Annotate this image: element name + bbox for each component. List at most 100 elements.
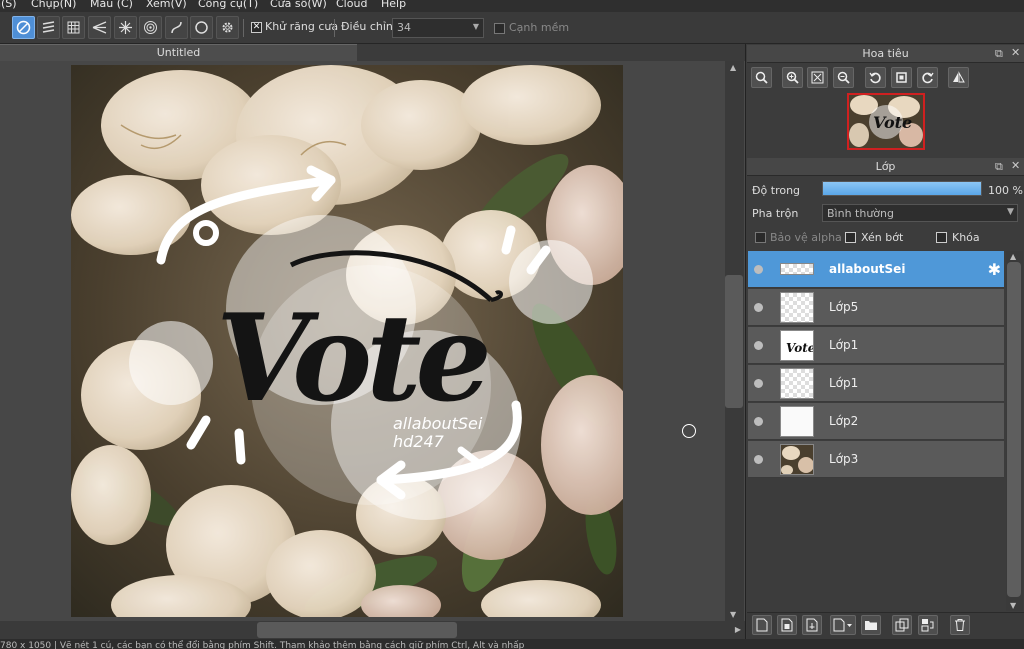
antialias-checkbox[interactable]: ✕ xyxy=(251,22,262,33)
blend-mode-select[interactable]: Bình thường xyxy=(822,204,1018,222)
curve-ruler-icon[interactable] xyxy=(165,16,188,39)
chevron-down-icon: ▼ xyxy=(472,22,479,31)
close-icon[interactable]: ✕ xyxy=(1011,46,1020,59)
merge-down-icon[interactable] xyxy=(918,615,938,635)
rotate-left-icon[interactable] xyxy=(865,67,886,88)
layer-row[interactable]: Vote Lớp1 xyxy=(748,327,1004,364)
scroll-right-icon[interactable]: ▶ xyxy=(735,625,741,634)
opacity-label: Độ trong xyxy=(752,184,801,197)
radial-ruler-icon[interactable] xyxy=(114,16,137,39)
rotate-reset-icon[interactable] xyxy=(891,67,912,88)
delete-layer-icon[interactable] xyxy=(950,615,970,635)
layer-name: Lớp1 xyxy=(829,338,859,352)
status-bar: 780 x 1050 | Vẽ nét 1 cú, các bạn có thể… xyxy=(0,639,1024,649)
visibility-icon[interactable] xyxy=(754,265,763,274)
ellipse-ruler-icon[interactable] xyxy=(190,16,213,39)
no-symmetry-icon[interactable] xyxy=(12,16,35,39)
new-halftone-layer-icon[interactable] xyxy=(802,615,822,635)
status-text: 780 x 1050 | Vẽ nét 1 cú, các bạn có thể… xyxy=(0,641,525,649)
scroll-down-icon[interactable]: ▼ xyxy=(730,610,736,619)
parallel-ruler-icon[interactable] xyxy=(37,16,60,39)
layer-list: allaboutSei ✱ Lớp5 Vote Lớp1 Lớp1 Lớp2 Lớp3 xyxy=(748,251,1004,611)
layer-list-scroll-thumb[interactable] xyxy=(1007,262,1021,597)
close-icon[interactable]: ✕ xyxy=(1011,159,1020,172)
layer-thumbnail xyxy=(780,368,814,399)
navigator-thumbnail[interactable]: Vote xyxy=(847,93,925,150)
layer-row[interactable]: Lớp5 xyxy=(748,289,1004,326)
menu-item-help[interactable]: Help xyxy=(381,0,406,10)
scroll-down-icon[interactable]: ▼ xyxy=(1010,601,1016,610)
layer-thumbnail xyxy=(780,263,814,275)
undock-icon[interactable]: ⧉ xyxy=(995,47,1003,61)
layer-name: Lớp5 xyxy=(829,300,859,314)
menu-bar: n(S) Chụp(N) Màu (C) Xem(V) Công cụ(T) C… xyxy=(0,0,1024,12)
rotate-right-icon[interactable] xyxy=(917,67,938,88)
concentric-ruler-icon[interactable] xyxy=(139,16,162,39)
layer-row[interactable]: Lớp1 xyxy=(748,365,1004,402)
fit-window-icon[interactable] xyxy=(807,67,828,88)
opacity-slider[interactable] xyxy=(822,181,982,196)
opacity-value: 100 % xyxy=(988,184,1023,197)
menu-item-tools[interactable]: Công cụ(T) xyxy=(198,0,258,10)
duplicate-layer-icon[interactable] xyxy=(892,615,912,635)
canvas-vertical-scroll-thumb[interactable] xyxy=(725,275,743,408)
scroll-up-icon[interactable]: ▲ xyxy=(730,63,736,72)
canvas-artwork[interactable]: Vote allaboutSei hd247 xyxy=(71,65,623,617)
layer-name: Lớp1 xyxy=(829,376,859,390)
layer-settings-icon[interactable]: ✱ xyxy=(988,260,1001,279)
antialias-label: Khử răng cưa xyxy=(265,20,339,33)
flip-horizontal-icon[interactable] xyxy=(948,67,969,88)
artwork-credit-1: allaboutSei xyxy=(393,414,483,433)
layer-name: Lớp3 xyxy=(829,452,859,466)
layer-row[interactable]: Lớp3 xyxy=(748,441,1004,478)
document-tab[interactable]: Untitled xyxy=(0,44,357,61)
visibility-icon[interactable] xyxy=(754,455,763,464)
zoom-reset-icon[interactable] xyxy=(751,67,772,88)
protect-alpha-checkbox[interactable] xyxy=(755,232,766,243)
perspective-ruler-icon[interactable] xyxy=(88,16,111,39)
layer-row[interactable]: allaboutSei ✱ xyxy=(748,251,1004,288)
layer-thumbnail xyxy=(780,292,814,323)
folder-icon[interactable] xyxy=(861,615,881,635)
layer-thumbnail xyxy=(780,406,814,437)
menu-item-window[interactable]: Cửa sổ(W) xyxy=(270,0,327,10)
grid-ruler-icon[interactable] xyxy=(62,16,85,39)
lock-label: Khóa xyxy=(952,231,980,244)
visibility-icon[interactable] xyxy=(754,417,763,426)
soft-edge-label: Cạnh mềm xyxy=(509,21,570,34)
layer-thumbnail xyxy=(780,444,814,475)
layer-thumbnail: Vote xyxy=(780,330,814,361)
layer-name: Lớp2 xyxy=(829,414,859,428)
menu-item-selection[interactable]: n(S) xyxy=(0,0,17,10)
add-layer-menu-icon[interactable] xyxy=(830,615,856,635)
layers-title: Lớp xyxy=(747,158,1024,176)
artwork-image: Vote allaboutSei hd247 xyxy=(71,65,623,617)
soft-edge-checkbox[interactable] xyxy=(494,23,505,34)
zoom-in-icon[interactable] xyxy=(782,67,803,88)
new-raster-layer-icon[interactable] xyxy=(777,615,797,635)
layer-row[interactable]: Lớp2 xyxy=(748,403,1004,440)
chevron-down-icon: ▼ xyxy=(1007,207,1014,217)
scroll-up-icon[interactable]: ▲ xyxy=(1010,252,1016,261)
visibility-icon[interactable] xyxy=(754,341,763,350)
visibility-icon[interactable] xyxy=(754,379,763,388)
protect-alpha-label: Bảo vệ alpha xyxy=(770,231,842,244)
menu-item-color[interactable]: Màu (C) xyxy=(90,0,133,10)
clip-checkbox[interactable] xyxy=(845,232,856,243)
lock-checkbox[interactable] xyxy=(936,232,947,243)
canvas-horizontal-scroll-thumb[interactable] xyxy=(257,622,457,638)
adjust-input[interactable]: 34 ▼ xyxy=(392,18,484,38)
zoom-out-icon[interactable] xyxy=(833,67,854,88)
visibility-icon[interactable] xyxy=(754,303,763,312)
artwork-title: Vote xyxy=(216,288,488,429)
opacity-slider-fill xyxy=(823,182,981,195)
clip-label: Xén bớt xyxy=(861,231,904,244)
new-layer-icon[interactable] xyxy=(752,615,772,635)
blend-mode-value: Bình thường xyxy=(827,207,894,220)
adjust-value: 34 xyxy=(397,21,411,34)
gear-icon[interactable] xyxy=(216,16,239,39)
undock-icon[interactable]: ⧉ xyxy=(995,160,1003,174)
menu-item-view[interactable]: Xem(V) xyxy=(146,0,187,10)
menu-item-capture[interactable]: Chụp(N) xyxy=(31,0,76,10)
menu-item-cloud[interactable]: Cloud xyxy=(336,0,367,10)
